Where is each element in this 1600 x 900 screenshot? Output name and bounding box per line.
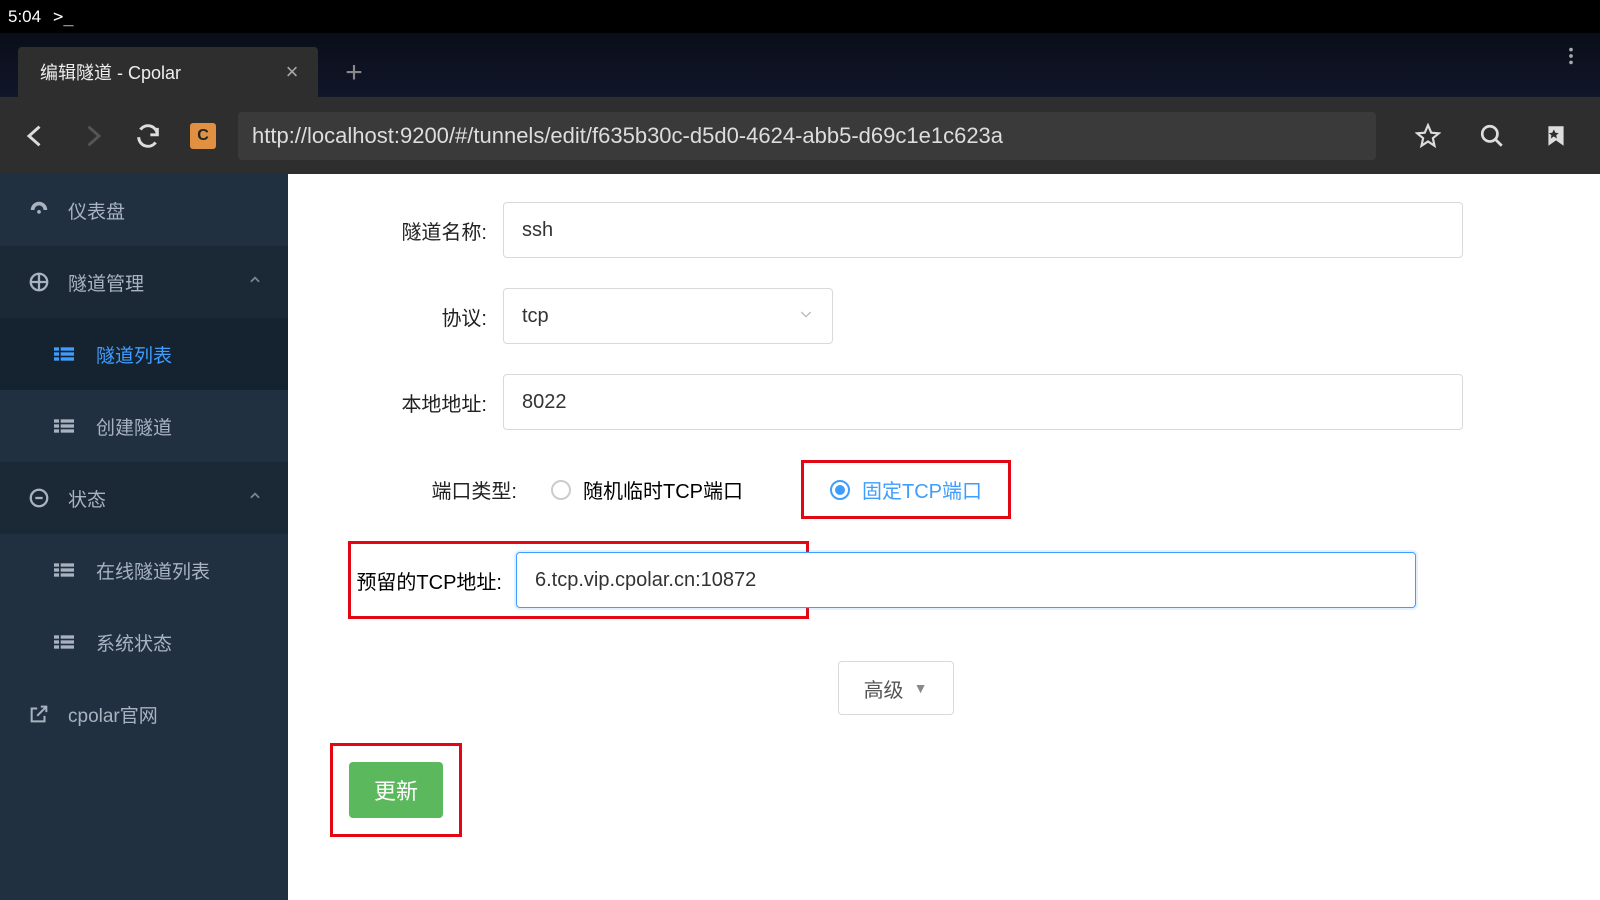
bookmark-icon[interactable] xyxy=(1534,114,1578,158)
label-port-type: 端口类型: xyxy=(418,475,533,504)
highlight-submit: 更新 xyxy=(330,743,462,837)
button-label: 更新 xyxy=(374,774,418,806)
tab-strip: 编辑隧道 - Cpolar × + xyxy=(0,33,1600,97)
sidebar-item-label: cpolar官网 xyxy=(68,701,158,728)
status-time: 5:04 xyxy=(8,7,41,27)
sidebar-group-tunnel-mgmt[interactable]: 隧道管理 xyxy=(0,246,288,318)
radio-label: 固定TCP端口 xyxy=(862,475,982,504)
sidebar-item-label: 隧道管理 xyxy=(68,269,144,296)
sidebar-item-label: 仪表盘 xyxy=(68,197,125,224)
sidebar-item-label: 创建隧道 xyxy=(96,413,172,440)
radio-random-port[interactable]: 随机临时TCP端口 xyxy=(533,461,761,518)
sidebar-item-label: 系统状态 xyxy=(96,629,172,656)
input-local-addr[interactable] xyxy=(503,374,1463,430)
sidebar-item-label: 状态 xyxy=(68,485,106,512)
reload-button[interactable] xyxy=(126,114,170,158)
nav-right-actions xyxy=(1406,114,1578,158)
label-local-addr: 本地地址: xyxy=(328,388,503,417)
select-protocol[interactable]: tcp xyxy=(503,288,833,344)
input-reserved-tcp[interactable] xyxy=(516,552,1416,608)
select-value: tcp xyxy=(522,305,549,328)
search-icon[interactable] xyxy=(1470,114,1514,158)
sidebar-item-system-status[interactable]: 系统状态 xyxy=(0,606,288,678)
app-layout: 仪表盘 隧道管理 隧道列表 创建隧道 xyxy=(0,174,1600,900)
browser-menu-icon[interactable] xyxy=(1560,45,1582,74)
label-reserved-tcp: 预留的TCP地址: xyxy=(351,566,516,595)
back-button[interactable] xyxy=(14,114,58,158)
row-local-addr: 本地地址: xyxy=(328,374,1560,430)
highlight-reserved-tcp: 预留的TCP地址: xyxy=(348,541,809,619)
tunnel-icon xyxy=(28,271,50,293)
sidebar-item-dashboard[interactable]: 仪表盘 xyxy=(0,174,288,246)
label-tunnel-name: 隧道名称: xyxy=(328,216,503,245)
close-icon[interactable]: × xyxy=(282,62,302,82)
star-icon[interactable] xyxy=(1406,114,1450,158)
browser-nav-bar: C xyxy=(0,97,1600,174)
sidebar-item-label: 隧道列表 xyxy=(96,341,172,368)
radio-fixed-port[interactable]: 固定TCP端口 xyxy=(822,471,990,508)
sidebar-item-online-tunnels[interactable]: 在线隧道列表 xyxy=(0,534,288,606)
sidebar-item-tunnel-list[interactable]: 隧道列表 xyxy=(0,318,288,390)
site-favicon: C xyxy=(190,123,216,149)
radio-label: 随机临时TCP端口 xyxy=(583,475,743,504)
chevron-up-icon xyxy=(248,271,262,293)
forward-button[interactable] xyxy=(70,114,114,158)
tab-title: 编辑隧道 - Cpolar xyxy=(40,59,262,85)
sidebar-item-create-tunnel[interactable]: 创建隧道 xyxy=(0,390,288,462)
browser-chrome: 编辑隧道 - Cpolar × + C xyxy=(0,33,1600,174)
external-link-icon xyxy=(28,703,50,725)
advanced-label: 高级 xyxy=(864,674,904,703)
url-bar[interactable] xyxy=(238,112,1376,160)
dashboard-icon xyxy=(28,199,50,221)
browser-tab[interactable]: 编辑隧道 - Cpolar × xyxy=(18,47,318,97)
chevron-up-icon xyxy=(248,487,262,509)
new-tab-button[interactable]: + xyxy=(330,49,378,97)
radio-circle-icon xyxy=(551,480,571,500)
sidebar-group-status[interactable]: 状态 xyxy=(0,462,288,534)
sidebar-item-label: 在线隧道列表 xyxy=(96,557,210,584)
terminal-prompt-icon: >_ xyxy=(53,7,73,27)
advanced-button[interactable]: 高级 ▼ xyxy=(838,661,954,715)
label-protocol: 协议: xyxy=(328,302,503,331)
grid-icon xyxy=(54,562,74,578)
device-status-bar: 5:04 >_ xyxy=(0,0,1600,33)
triangle-down-icon: ▼ xyxy=(914,680,928,696)
status-icon xyxy=(28,487,50,509)
grid-icon xyxy=(54,418,74,434)
grid-icon xyxy=(54,634,74,650)
row-reserved-tcp: 预留的TCP地址: xyxy=(328,541,1560,619)
input-tunnel-name[interactable] xyxy=(503,202,1463,258)
sidebar-item-cpolar-site[interactable]: cpolar官网 xyxy=(0,678,288,750)
update-button[interactable]: 更新 xyxy=(349,762,443,818)
grid-icon xyxy=(54,346,74,362)
row-tunnel-name: 隧道名称: xyxy=(328,202,1560,258)
radio-group-port-type: 随机临时TCP端口 固定TCP端口 xyxy=(533,460,1560,519)
highlight-fixed-port: 固定TCP端口 xyxy=(801,460,1011,519)
row-protocol: 协议: tcp xyxy=(328,288,1560,344)
main-content: 隧道名称: 协议: tcp 本地地址: 端口类型: 随机临时TCP端口 xyxy=(288,174,1600,900)
sidebar: 仪表盘 隧道管理 隧道列表 创建隧道 xyxy=(0,174,288,900)
chevron-down-icon xyxy=(798,305,814,328)
row-port-type: 端口类型: 随机临时TCP端口 固定TCP端口 xyxy=(418,460,1560,519)
radio-circle-icon xyxy=(830,480,850,500)
